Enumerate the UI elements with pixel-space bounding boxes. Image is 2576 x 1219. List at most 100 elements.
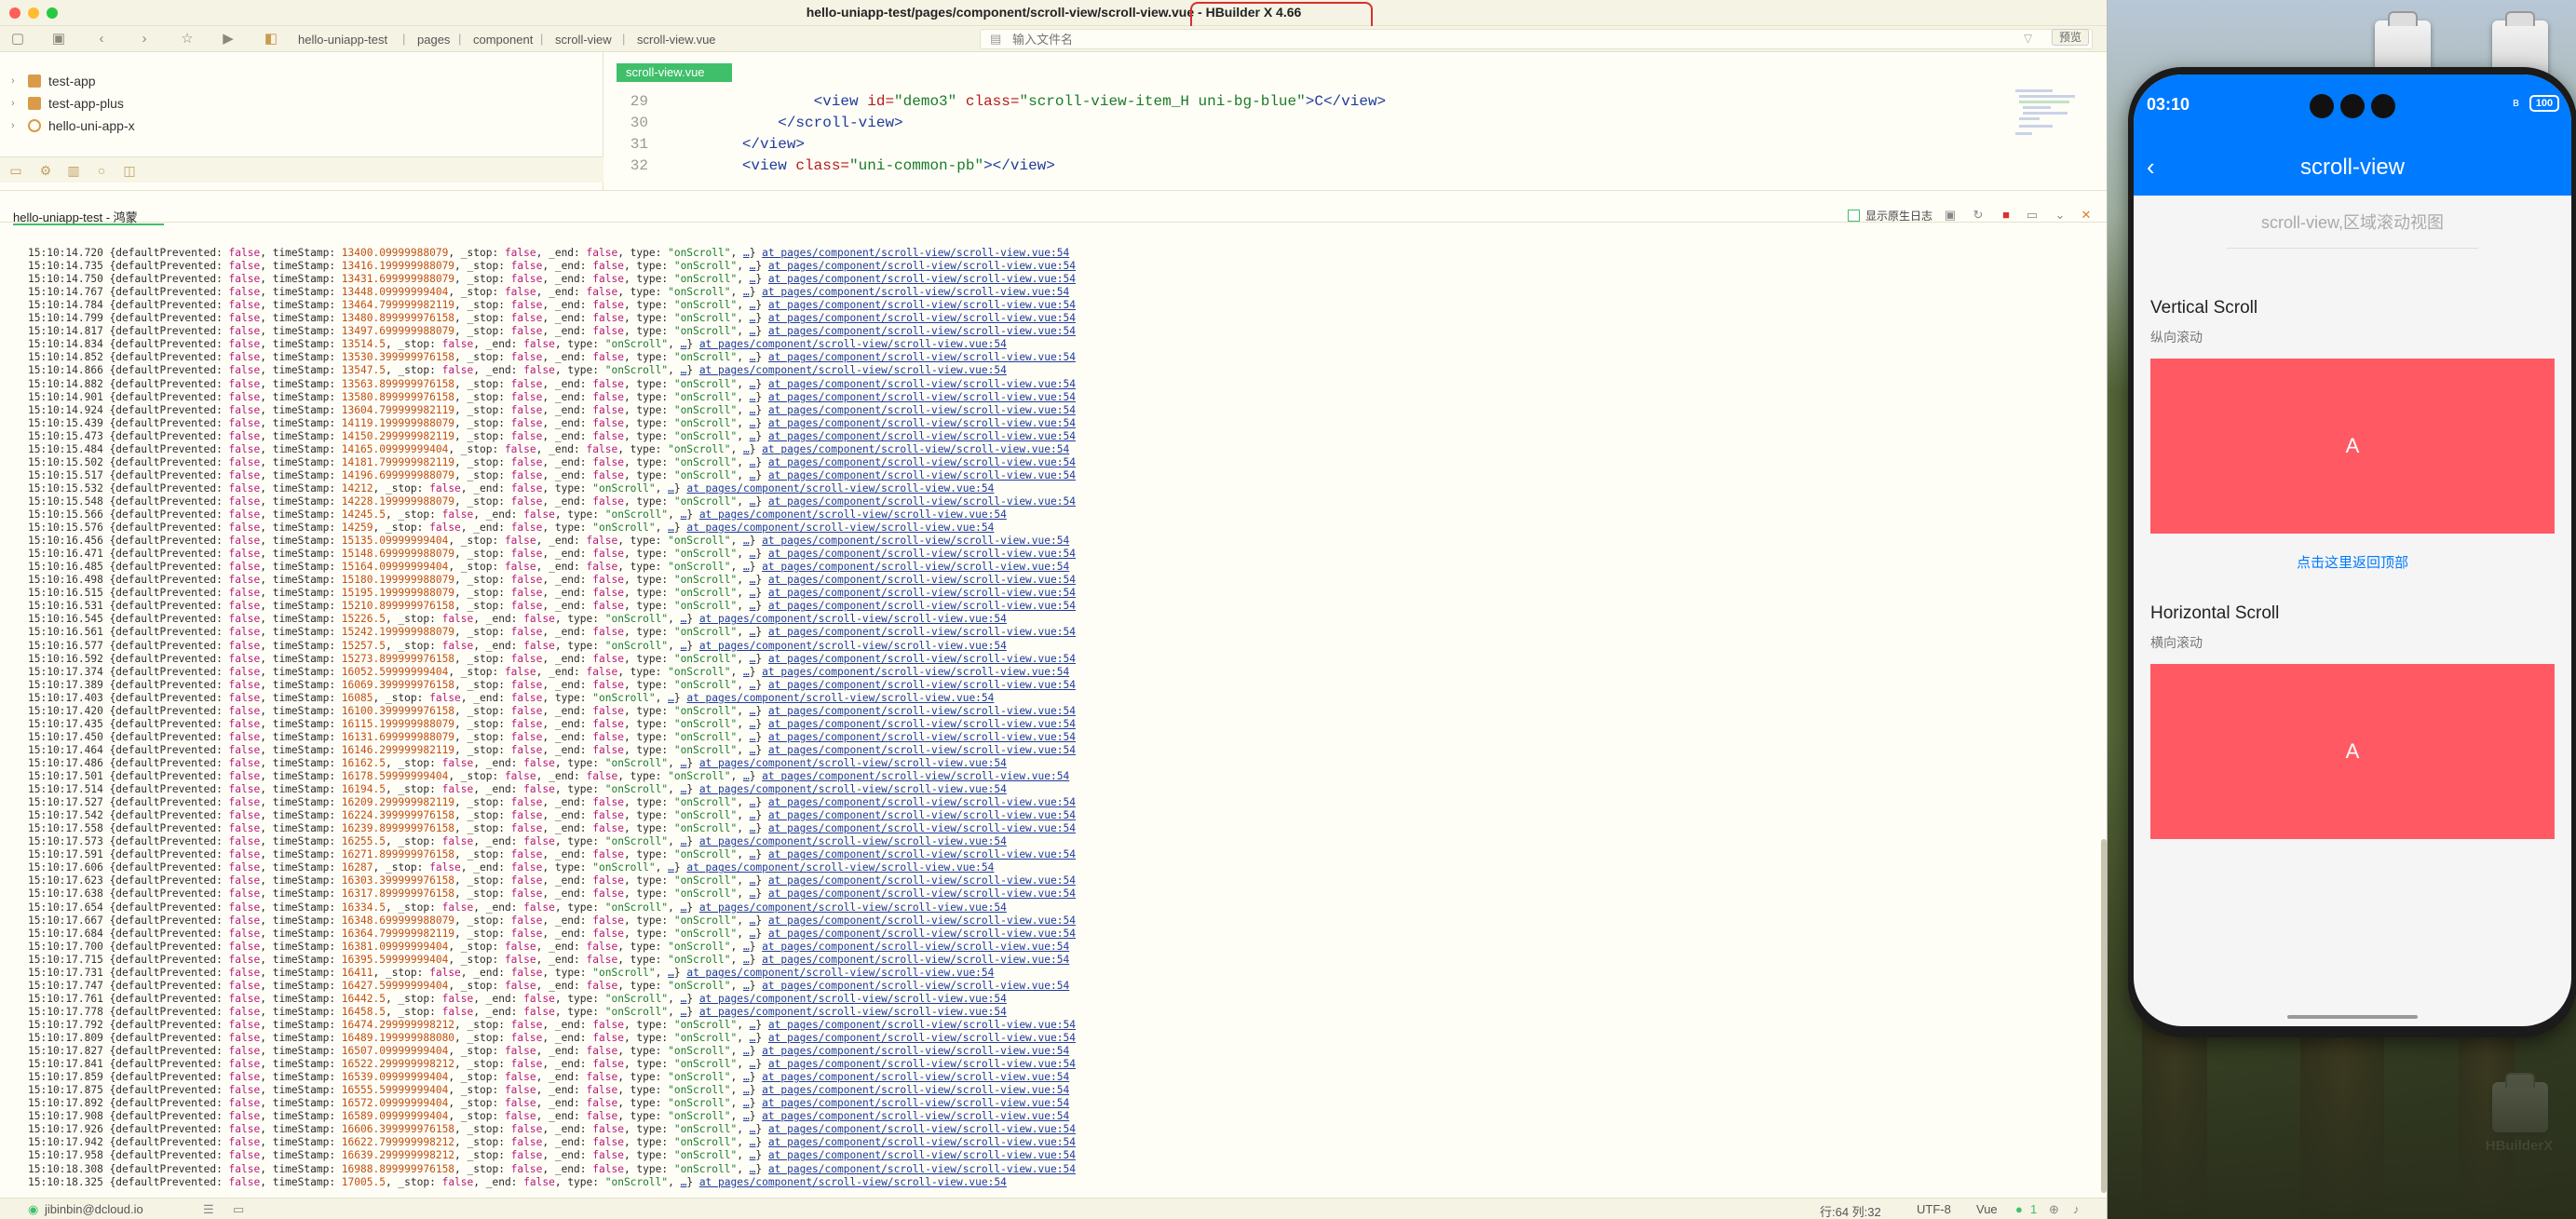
source-link[interactable]: at pages/component/scroll-view/scroll-vi… <box>762 770 1069 782</box>
source-link[interactable]: at pages/component/scroll-view/scroll-vi… <box>762 941 1069 953</box>
log-entry[interactable]: 15:10:17.420 {defaultPrevented: false, t… <box>28 705 1076 718</box>
preview-button[interactable]: 预览 <box>2052 29 2089 46</box>
log-entry[interactable]: 15:10:14.735 {defaultPrevented: false, t… <box>28 260 1076 273</box>
new-file-icon[interactable]: ▢ <box>9 31 26 47</box>
language-mode[interactable]: Vue <box>1976 1202 1998 1216</box>
log-entry[interactable]: 15:10:14.767 {defaultPrevented: false, t… <box>28 286 1069 299</box>
source-link[interactable]: … <box>668 521 674 534</box>
log-entry[interactable]: 15:10:17.486 {defaultPrevented: false, t… <box>28 757 1007 770</box>
log-entry[interactable]: 15:10:14.720 {defaultPrevented: false, t… <box>28 247 1069 260</box>
source-link[interactable]: … <box>743 247 750 259</box>
source-link[interactable]: … <box>668 482 674 494</box>
source-link[interactable]: at pages/component/scroll-view/scroll-vi… <box>762 247 1069 259</box>
download-icon[interactable]: ⊕ <box>2049 1202 2059 1217</box>
code-line[interactable]: 29 <view id="demo3" class="scroll-view-i… <box>603 93 2000 114</box>
breadcrumb-item[interactable]: hello-uniapp-test <box>298 33 387 47</box>
log-entry[interactable]: 15:10:15.532 {defaultPrevented: false, t… <box>28 482 994 495</box>
source-link[interactable]: at pages/component/scroll-view/scroll-vi… <box>768 600 1076 612</box>
source-link[interactable]: at pages/component/scroll-view/scroll-vi… <box>699 364 1007 376</box>
log-entry[interactable]: 15:10:17.700 {defaultPrevented: false, t… <box>28 941 1069 954</box>
log-entry[interactable]: 15:10:17.389 {defaultPrevented: false, t… <box>28 679 1076 692</box>
list-icon[interactable]: ☰ <box>203 1202 214 1217</box>
source-link[interactable]: at pages/component/scroll-view/scroll-vi… <box>768 928 1076 940</box>
source-link[interactable]: at pages/component/scroll-view/scroll-vi… <box>768 417 1076 429</box>
back-to-top-link[interactable]: 点击这里返回顶部 <box>2134 552 2571 572</box>
log-entry[interactable]: 15:10:17.875 {defaultPrevented: false, t… <box>28 1084 1069 1097</box>
log-entry[interactable]: 15:10:17.591 {defaultPrevented: false, t… <box>28 848 1076 861</box>
log-entry[interactable]: 15:10:14.882 {defaultPrevented: false, t… <box>28 378 1076 391</box>
refresh-icon[interactable]: ↻ <box>1971 208 1986 223</box>
source-link[interactable]: at pages/component/scroll-view/scroll-vi… <box>762 535 1069 547</box>
source-link[interactable]: at pages/component/scroll-view/scroll-vi… <box>686 521 994 534</box>
source-link[interactable]: … <box>668 967 674 979</box>
source-link[interactable]: at pages/component/scroll-view/scroll-vi… <box>699 640 1007 652</box>
log-entry[interactable]: 15:10:14.866 {defaultPrevented: false, t… <box>28 364 1007 377</box>
source-link[interactable]: at pages/component/scroll-view/scroll-vi… <box>768 325 1076 337</box>
chevron-down-icon[interactable]: ⌄ <box>2053 208 2068 223</box>
source-link[interactable]: at pages/component/scroll-view/scroll-vi… <box>768 914 1076 927</box>
source-link[interactable]: at pages/component/scroll-view/scroll-vi… <box>762 666 1069 678</box>
source-link[interactable]: at pages/component/scroll-view/scroll-vi… <box>686 967 994 979</box>
log-entry[interactable]: 15:10:17.403 {defaultPrevented: false, t… <box>28 692 994 705</box>
breadcrumb-item[interactable]: scroll-view.vue <box>637 33 716 47</box>
source-link[interactable]: at pages/component/scroll-view/scroll-vi… <box>762 1071 1069 1083</box>
source-link[interactable]: at pages/component/scroll-view/scroll-vi… <box>768 456 1076 468</box>
source-link[interactable]: at pages/component/scroll-view/scroll-vi… <box>768 587 1076 599</box>
source-link[interactable]: at pages/component/scroll-view/scroll-vi… <box>768 679 1076 691</box>
log-entry[interactable]: 15:10:17.684 {defaultPrevented: false, t… <box>28 928 1076 941</box>
filter-icon[interactable]: ▽ <box>2024 32 2032 45</box>
project-item[interactable]: › test-app-plus <box>11 93 124 114</box>
source-link[interactable]: at pages/component/scroll-view/scroll-vi… <box>762 286 1069 298</box>
source-link[interactable]: at pages/component/scroll-view/scroll-vi… <box>686 861 994 874</box>
source-link[interactable]: … <box>743 1097 750 1109</box>
log-entry[interactable]: 15:10:15.576 {defaultPrevented: false, t… <box>28 521 994 535</box>
source-link[interactable]: … <box>668 692 674 704</box>
source-link[interactable]: … <box>668 861 674 874</box>
code-line[interactable]: 31 </view> <box>603 136 2000 156</box>
source-link[interactable]: at pages/component/scroll-view/scroll-vi… <box>768 548 1076 560</box>
code-line[interactable]: 30 </scroll-view> <box>603 115 2000 135</box>
source-link[interactable]: at pages/component/scroll-view/scroll-vi… <box>768 495 1076 508</box>
source-link[interactable]: at pages/component/scroll-view/scroll-vi… <box>762 1097 1069 1109</box>
project-item[interactable]: › hello-uni-app-x <box>11 115 135 136</box>
source-link[interactable]: at pages/component/scroll-view/scroll-vi… <box>768 796 1076 808</box>
user-account[interactable]: jibinbin@dcloud.io <box>45 1202 143 1216</box>
log-entry[interactable]: 15:10:14.924 {defaultPrevented: false, t… <box>28 404 1076 417</box>
terminal-icon[interactable]: ▭ <box>233 1202 244 1217</box>
file-search-input[interactable] <box>1012 32 1571 47</box>
search-icon[interactable]: ○ <box>93 163 110 178</box>
source-link[interactable]: at pages/component/scroll-view/scroll-vi… <box>768 1032 1076 1044</box>
horizontal-scroll-item[interactable]: A <box>2150 664 2555 839</box>
log-entry[interactable]: 15:10:17.623 {defaultPrevented: false, t… <box>28 874 1076 887</box>
encoding[interactable]: UTF-8 <box>1917 1202 1951 1216</box>
forward-icon[interactable]: › <box>136 31 153 47</box>
source-link[interactable]: at pages/component/scroll-view/scroll-vi… <box>699 835 1007 847</box>
log-entry[interactable]: 15:10:16.561 {defaultPrevented: false, t… <box>28 626 1076 639</box>
source-link[interactable]: at pages/component/scroll-view/scroll-vi… <box>768 312 1076 324</box>
source-link[interactable]: at pages/component/scroll-view/scroll-vi… <box>768 1058 1076 1070</box>
source-link[interactable]: at pages/component/scroll-view/scroll-vi… <box>699 1006 1007 1018</box>
log-entry[interactable]: 15:10:14.852 {defaultPrevented: false, t… <box>28 351 1076 364</box>
log-entry[interactable]: 15:10:14.799 {defaultPrevented: false, t… <box>28 312 1076 325</box>
folder-icon[interactable]: ▭ <box>7 163 24 178</box>
log-entry[interactable]: 15:10:17.435 {defaultPrevented: false, t… <box>28 718 1076 731</box>
log-entry[interactable]: 15:10:15.517 {defaultPrevented: false, t… <box>28 469 1076 482</box>
breadcrumb-item[interactable]: scroll-view <box>555 33 612 47</box>
log-entry[interactable]: 15:10:15.473 {defaultPrevented: false, t… <box>28 430 1076 443</box>
editor-tab[interactable]: scroll-view.vue <box>617 63 732 82</box>
source-link[interactable]: at pages/component/scroll-view/scroll-vi… <box>768 574 1076 586</box>
source-link[interactable]: at pages/component/scroll-view/scroll-vi… <box>768 744 1076 756</box>
log-entry[interactable]: 15:10:17.542 {defaultPrevented: false, t… <box>28 809 1076 822</box>
log-entry[interactable]: 15:10:17.792 {defaultPrevented: false, t… <box>28 1019 1076 1032</box>
log-entry[interactable]: 15:10:16.577 {defaultPrevented: false, t… <box>28 640 1007 653</box>
source-link[interactable]: at pages/component/scroll-view/scroll-vi… <box>768 1149 1076 1161</box>
source-link[interactable]: at pages/component/scroll-view/scroll-vi… <box>768 273 1076 285</box>
source-link[interactable]: at pages/component/scroll-view/scroll-vi… <box>768 887 1076 900</box>
log-entry[interactable]: 15:10:17.942 {defaultPrevented: false, t… <box>28 1136 1076 1149</box>
code-editor[interactable]: scroll-view.vue 29 <view id="demo3" clas… <box>603 52 2107 190</box>
log-entry[interactable]: 15:10:15.566 {defaultPrevented: false, t… <box>28 508 1007 521</box>
log-entry[interactable]: 15:10:17.892 {defaultPrevented: false, t… <box>28 1097 1069 1110</box>
source-link[interactable]: at pages/component/scroll-view/scroll-vi… <box>686 692 994 704</box>
source-link[interactable]: at pages/component/scroll-view/scroll-vi… <box>768 848 1076 860</box>
source-link[interactable]: … <box>743 980 750 992</box>
